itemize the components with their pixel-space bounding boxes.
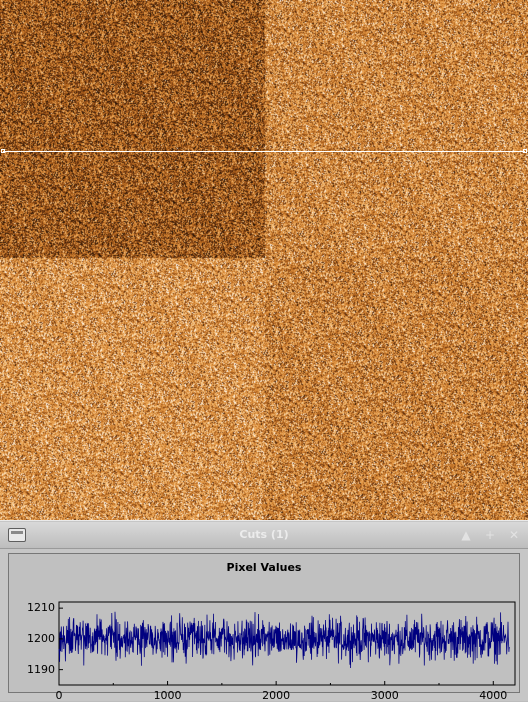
cut-line[interactable]	[3, 151, 525, 152]
image-display[interactable]	[0, 0, 528, 520]
y-tick-label: 1210	[27, 601, 55, 615]
plot-area	[58, 601, 516, 686]
image-viewer-canvas[interactable]	[0, 0, 528, 520]
cuts-window: Cuts (1) ▲ + ✕ Pixel Values 0 1000 2000 300…	[0, 520, 528, 702]
y-tick-label: 1200	[27, 631, 55, 645]
x-tick-label: 1000	[153, 689, 182, 702]
maximize-icon[interactable]: +	[480, 526, 500, 544]
minimize-icon[interactable]: ▲	[456, 526, 476, 544]
window-title: Cuts (1)	[239, 528, 289, 541]
y-tick-label: 1190	[27, 662, 55, 676]
close-icon[interactable]: ✕	[504, 526, 524, 544]
x-tick-label: 3000	[370, 689, 399, 702]
cuts-plot: Pixel Values 0 1000 2000 3000 4000 1190 1200 12…	[8, 553, 520, 702]
x-tick-label: 0	[55, 689, 63, 702]
x-tick-label: 4000	[479, 689, 508, 702]
x-tick-label: 2000	[262, 689, 291, 702]
cut-end-handle[interactable]	[523, 149, 527, 153]
window-titlebar[interactable]: Cuts (1) ▲ + ✕	[0, 522, 528, 549]
cut-start-handle[interactable]	[1, 149, 5, 153]
